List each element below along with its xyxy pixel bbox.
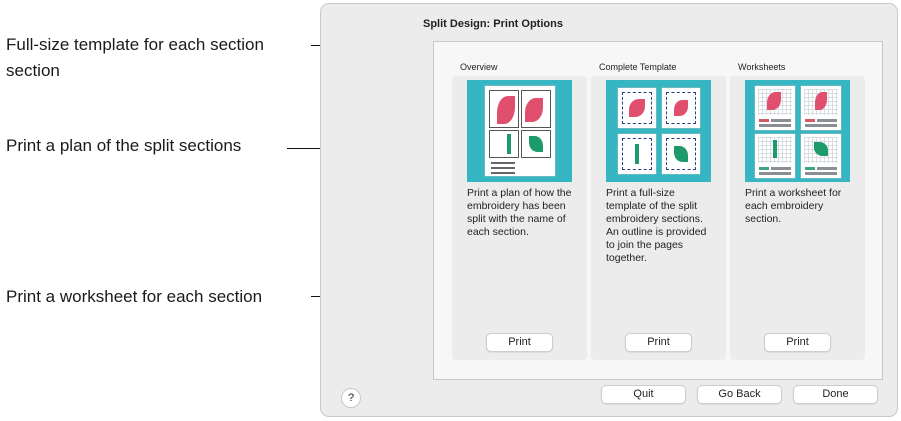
worksheet-thumbnail-icon <box>745 80 850 182</box>
complete-template-card: Print a full-size template of the split … <box>591 76 726 360</box>
callout-plan-label: Print a plan of the split sections <box>6 136 242 155</box>
print-options-panel: Overview Print a plan of how the embroid… <box>433 41 883 380</box>
overview-page <box>485 86 555 176</box>
complete-template-label: Complete Template <box>599 62 677 72</box>
worksheet-table-line <box>817 167 837 170</box>
worksheet-table-line <box>771 119 791 122</box>
template-thumbnail-icon <box>606 80 711 182</box>
worksheet-page-tl <box>755 86 795 130</box>
worksheet-color-bar <box>805 167 815 170</box>
complete-template-description: Print a full-size template of the split … <box>606 187 707 264</box>
worksheet-table-line <box>805 124 837 127</box>
worksheet-table-line <box>805 172 837 175</box>
worksheets-label: Worksheets <box>738 62 786 72</box>
print-options-dialog: Split Design: Print Options Overview Pri… <box>320 3 898 417</box>
worksheet-table-line <box>759 124 791 127</box>
overview-thumbnail-icon <box>467 80 572 182</box>
worksheet-stem <box>773 140 777 158</box>
complete-template-print-button[interactable]: Print <box>625 333 692 352</box>
callout-template-line2: section <box>6 61 60 80</box>
overview-stem <box>507 134 511 154</box>
overview-text-line <box>491 162 515 164</box>
done-button[interactable]: Done <box>793 385 878 404</box>
worksheet-color-bar <box>805 119 815 122</box>
worksheet-page-tr <box>801 86 841 130</box>
template-page-tl <box>618 88 656 128</box>
quit-button[interactable]: Quit <box>601 385 686 404</box>
overview-text-line <box>491 172 515 174</box>
worksheet-table-line <box>771 167 791 170</box>
overview-section-bl <box>489 130 519 158</box>
template-leaf <box>674 146 688 162</box>
overview-label: Overview <box>460 62 498 72</box>
worksheet-page-bl <box>755 134 795 178</box>
worksheets-card: Print a worksheet for each embroidery se… <box>730 76 865 360</box>
template-stem <box>635 144 639 164</box>
overview-text-line <box>491 167 515 169</box>
callout-worksheet-label: Print a worksheet for each section <box>6 287 263 306</box>
callout-template-line1: Full-size template for each section <box>6 35 264 54</box>
worksheets-description: Print a worksheet for each embroidery se… <box>745 187 842 225</box>
overview-print-button[interactable]: Print <box>486 333 553 352</box>
worksheet-color-bar <box>759 119 769 122</box>
worksheet-leaf <box>814 142 828 156</box>
worksheets-print-button[interactable]: Print <box>764 333 831 352</box>
worksheet-color-bar <box>759 167 769 170</box>
overview-description: Print a plan of how the embroidery has b… <box>467 187 572 238</box>
dialog-title: Split Design: Print Options <box>423 18 563 30</box>
overview-card: Print a plan of how the embroidery has b… <box>452 76 587 360</box>
template-page-br <box>662 134 700 174</box>
callout-template-label: Full-size template for each section sect… <box>6 32 264 84</box>
go-back-button[interactable]: Go Back <box>697 385 782 404</box>
worksheet-page-br <box>801 134 841 178</box>
help-button[interactable]: ? <box>341 388 361 408</box>
worksheet-table-line <box>817 119 837 122</box>
worksheet-table-line <box>759 172 791 175</box>
overview-leaf <box>529 136 543 152</box>
template-page-bl <box>618 134 656 174</box>
template-page-tr <box>662 88 700 128</box>
